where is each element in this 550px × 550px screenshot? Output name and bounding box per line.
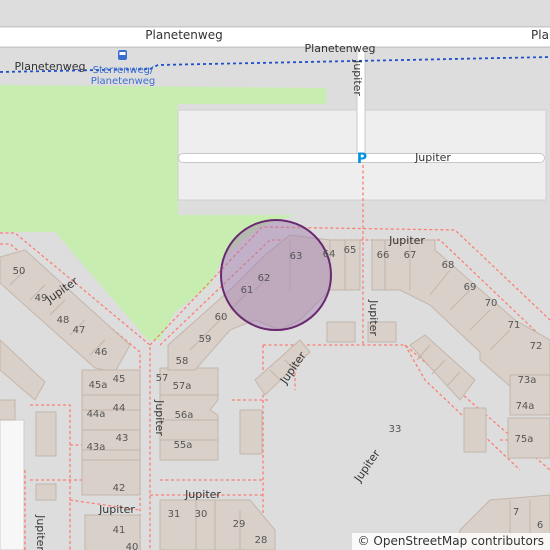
- house-number: 56a: [175, 410, 194, 421]
- house-number: 50: [13, 266, 26, 277]
- map-attribution: © OpenStreetMap contributors: [351, 533, 550, 550]
- street-label-jupiter-bottom: Jupiter: [184, 488, 221, 501]
- house-number: 44a: [87, 409, 106, 420]
- house-number: 70: [485, 298, 498, 309]
- house-number: 29: [233, 519, 246, 530]
- house-number: 31: [168, 509, 181, 520]
- bus-stop-label-line2: Planetenweg: [91, 76, 156, 87]
- house-number: 45: [113, 374, 126, 385]
- house-number: 73a: [518, 375, 537, 386]
- house-number: 46: [95, 347, 108, 358]
- house-number: 44: [113, 403, 126, 414]
- bus-stop-label-line1: Sterrenweg/: [93, 65, 154, 76]
- street-label-planetenweg-main: Planetenweg: [145, 28, 222, 42]
- house-number: 75a: [515, 434, 534, 445]
- house-number: 65: [344, 245, 357, 256]
- house-number: 66: [377, 250, 390, 261]
- house-number: 42: [113, 483, 126, 494]
- house-number: 63: [290, 251, 303, 262]
- white-lot: [0, 419, 25, 550]
- house-number: 7: [513, 507, 519, 518]
- street-label-jupiter-far-left: Jupiter: [34, 514, 47, 550]
- house-number: 59: [199, 334, 212, 345]
- parking-icon[interactable]: P: [357, 151, 367, 167]
- house-number: 62: [258, 273, 271, 284]
- house-number: 57a: [173, 381, 192, 392]
- house-number: 55a: [174, 440, 193, 451]
- house-number: 28: [255, 535, 268, 546]
- house-number: 60: [215, 312, 228, 323]
- house-number: 45a: [89, 380, 108, 391]
- house-number: 30: [195, 509, 208, 520]
- street-label-planetenweg-right: Planetenweg: [531, 28, 550, 42]
- house-number: 64: [323, 249, 336, 260]
- bus-icon: [118, 50, 127, 60]
- house-number: 43: [116, 433, 129, 444]
- house-number: 47: [73, 325, 86, 336]
- attribution-link[interactable]: OpenStreetMap contributors: [373, 534, 544, 548]
- street-label-planetenweg-path: Planetenweg: [305, 42, 376, 55]
- street-label-planetenweg-left: Planetenweg: [15, 60, 86, 73]
- house-number: 41: [113, 525, 126, 536]
- house-number: 48: [57, 315, 70, 326]
- house-number: 40: [126, 542, 139, 550]
- house-number: 69: [464, 282, 477, 293]
- street-label-jupiter-right-vertical: Jupiter: [367, 299, 380, 336]
- street-label-jupiter-bottom-left: Jupiter: [98, 503, 135, 516]
- street-label-jupiter-vertical: Jupiter: [351, 59, 364, 96]
- house-number: 33: [389, 424, 402, 435]
- house-number: 58: [176, 356, 189, 367]
- house-number: 67: [404, 250, 417, 261]
- house-number: 6: [537, 520, 543, 531]
- house-number: 61: [241, 285, 254, 296]
- house-number: 74a: [516, 401, 535, 412]
- street-label-jupiter-left-vertical: Jupiter: [153, 399, 166, 436]
- map[interactable]: Planetenweg Planetenweg Planetenweg Plan…: [0, 0, 550, 550]
- location-marker[interactable]: [220, 219, 332, 331]
- house-number: 57: [156, 373, 169, 384]
- street-label-jupiter-top: Jupiter: [388, 234, 425, 247]
- house-number: 49: [35, 293, 48, 304]
- house-number: 68: [442, 260, 455, 271]
- street-label-jupiter-parking: Jupiter: [414, 151, 451, 164]
- house-number: 71: [508, 320, 521, 331]
- copyright-symbol: ©: [357, 534, 370, 548]
- house-number: 72: [530, 341, 543, 352]
- house-number: 43a: [87, 442, 106, 453]
